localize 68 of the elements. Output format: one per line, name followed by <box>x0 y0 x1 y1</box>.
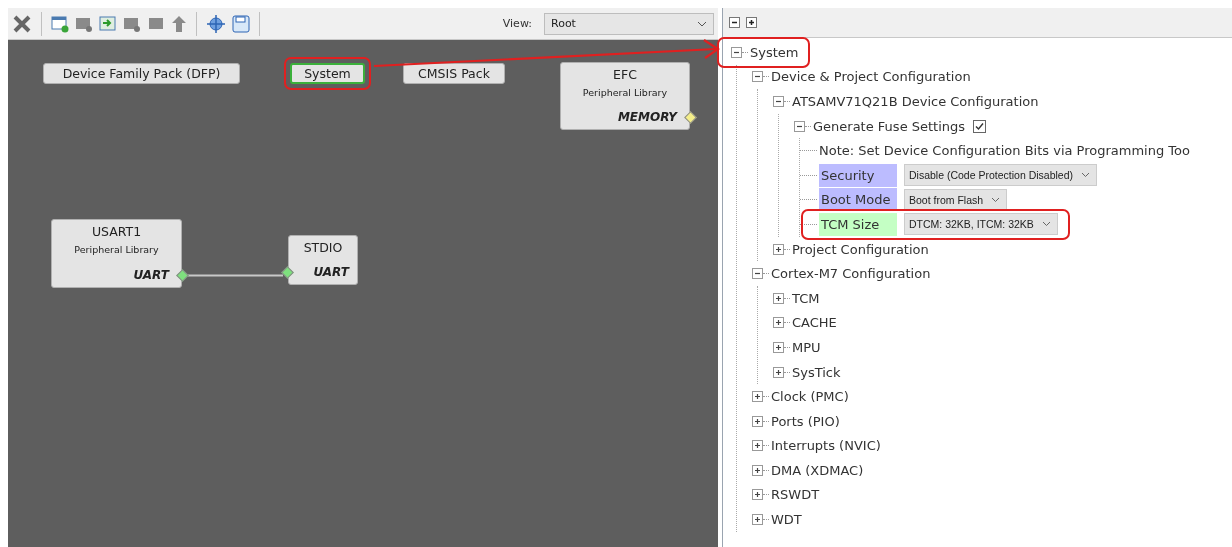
expand-icon[interactable] <box>773 317 784 329</box>
chevron-down-icon <box>1081 172 1090 179</box>
chevron-down-icon <box>1041 221 1051 228</box>
setting-label: Security <box>819 163 897 187</box>
collapse-icon[interactable] <box>752 71 763 83</box>
expand-icon[interactable] <box>752 415 763 427</box>
collapse-icon[interactable] <box>731 46 742 58</box>
node-subtitle: Peripheral Library <box>74 243 159 257</box>
tree-item[interactable]: System <box>750 44 799 60</box>
node-title: EFC <box>613 66 637 83</box>
expand-icon[interactable] <box>752 440 763 452</box>
port-label: UART <box>313 265 349 279</box>
tree-item[interactable]: Project Configuration <box>792 241 929 257</box>
note-text: Note: Set Device Configuration Bits via Programming Too <box>819 143 1190 159</box>
component-node[interactable]: EFC Peripheral Library MEMORY <box>560 62 690 130</box>
collapse-icon[interactable] <box>752 268 763 280</box>
block-button[interactable]: CMSIS Pack <box>403 63 505 84</box>
tree-item[interactable]: TCM <box>792 290 820 306</box>
setting-dropdown[interactable]: Disable (Code Protection Disabled) <box>904 164 1097 187</box>
tree-item[interactable]: MPU <box>792 339 821 355</box>
import-icon[interactable] <box>99 14 117 33</box>
expand-icon[interactable] <box>773 243 784 255</box>
port-label: MEMORY <box>617 110 677 124</box>
expand-icon[interactable] <box>773 292 784 304</box>
tree-item[interactable]: DMA (XDMAC) <box>771 462 864 478</box>
tree-item[interactable]: Clock (PMC) <box>771 389 849 405</box>
new-window-icon[interactable] <box>51 14 69 33</box>
node-title: STDIO <box>303 239 343 256</box>
port-label: UART <box>133 268 169 282</box>
chevron-down-icon <box>991 196 1001 203</box>
expand-icon[interactable] <box>752 489 763 501</box>
expand-icon[interactable] <box>752 391 763 403</box>
checkbox[interactable] <box>973 119 987 133</box>
target-icon[interactable] <box>206 13 226 34</box>
tree-item[interactable]: CACHE <box>792 315 837 331</box>
expand-all-icon[interactable] <box>746 17 757 28</box>
chevron-down-icon <box>697 20 707 27</box>
tree-item[interactable]: Generate Fuse Settings <box>813 118 966 134</box>
collapse-all-icon[interactable] <box>729 17 740 28</box>
node-subtitle: Peripheral Library <box>582 86 668 100</box>
node-title: USART1 <box>91 223 142 240</box>
up-arrow-icon[interactable] <box>171 14 187 33</box>
component-node[interactable]: USART1 Peripheral Library UART <box>51 219 182 288</box>
expand-icon[interactable] <box>773 341 784 353</box>
tree-item[interactable]: SysTick <box>792 364 841 380</box>
tree-item[interactable]: Device & Project Configuration <box>771 69 971 85</box>
tree-item[interactable]: RSWDT <box>771 487 820 503</box>
view-dropdown[interactable]: Root <box>544 12 714 35</box>
block-button[interactable]: Device Family Pack (DFP) <box>43 63 240 84</box>
save-icon[interactable] <box>232 14 250 33</box>
setting-dropdown[interactable]: DTCM: 32KB, ITCM: 32KB <box>904 213 1058 236</box>
tree-item[interactable]: Interrupts (NVIC) <box>771 438 881 454</box>
close-icon[interactable] <box>12 13 32 34</box>
expand-icon[interactable] <box>752 464 763 476</box>
expand-icon[interactable] <box>752 514 763 526</box>
setting-dropdown[interactable]: Boot from Flash <box>904 188 1008 211</box>
setting-label: TCM Size <box>819 212 897 236</box>
component-node[interactable]: STDIO UART <box>288 235 358 285</box>
expand-icon[interactable] <box>773 366 784 378</box>
collapse-icon[interactable] <box>773 96 784 107</box>
view-label: View: <box>502 17 532 30</box>
tree-item[interactable]: Ports (PIO) <box>771 413 840 429</box>
tree-item[interactable]: ATSAMV71Q21B Device Configuration <box>792 94 1039 109</box>
collapse-icon[interactable] <box>794 120 805 132</box>
block-button[interactable]: System <box>290 63 365 84</box>
setting-label: Boot Mode <box>819 188 897 212</box>
tree-item[interactable]: Cortex-M7 Configuration <box>771 266 931 282</box>
tree-item[interactable]: WDT <box>771 512 802 528</box>
